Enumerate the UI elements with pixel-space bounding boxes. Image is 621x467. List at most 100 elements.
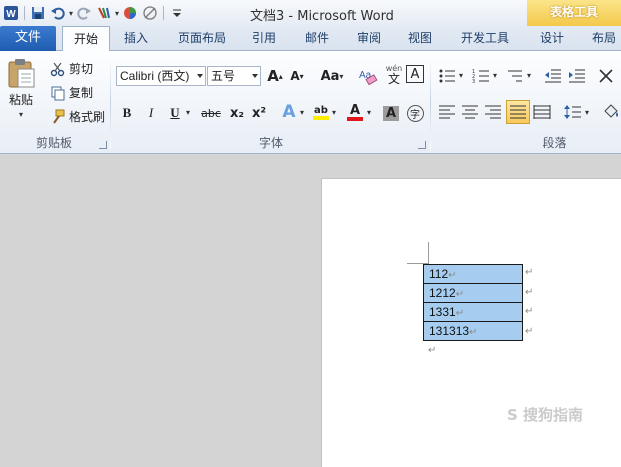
clipboard-launcher-icon[interactable] (99, 141, 107, 149)
change-case-label: Aa (320, 68, 340, 84)
wen-glyph: 文 (387, 72, 400, 86)
underline-dropdown-icon[interactable]: ▾ (186, 108, 190, 117)
justify-button[interactable] (506, 100, 530, 124)
watermark: S 搜狗指南 (507, 406, 584, 424)
paste-button[interactable]: 粘贴 ▾ (6, 57, 36, 119)
chevron-down-icon[interactable]: ▾ (367, 108, 371, 117)
tab-file[interactable]: 文件 (0, 26, 56, 51)
paste-icon (8, 59, 35, 88)
paragraph-mark: ↵ (428, 345, 437, 356)
char-border-button[interactable]: A (406, 65, 424, 83)
table-cell[interactable]: 131313↵ (423, 321, 523, 341)
superscript-button[interactable]: x² (248, 102, 270, 124)
increase-indent-button[interactable] (566, 65, 588, 87)
grow-font-button[interactable]: A ▴ (264, 65, 286, 87)
margin-corner-mark (428, 242, 429, 264)
tab-page-layout[interactable]: 页面布局 (170, 26, 234, 51)
ribbon-tabs: 文件 开始 插入 页面布局 引用 邮件 审阅 视图 开发工具 设计 布局 (0, 26, 621, 52)
chevron-down-icon[interactable]: ▾ (585, 108, 589, 117)
format-painter-icon[interactable] (95, 4, 113, 22)
change-case-button[interactable]: Aa ▾ (318, 65, 346, 87)
scissors-icon (50, 62, 65, 76)
tab-design[interactable]: 设计 (530, 26, 574, 51)
cell-end-mark: ↵ (455, 289, 465, 300)
document-table[interactable]: 112↵ 1212↵ 1331↵ 131313↵ (423, 264, 523, 341)
chevron-down-icon[interactable]: ▾ (493, 71, 497, 80)
underline-button[interactable]: U (164, 102, 186, 124)
grow-font-label: A (267, 67, 279, 85)
table-cell[interactable]: 1212↵ (423, 283, 523, 303)
save-icon[interactable] (29, 4, 47, 22)
font-launcher-icon[interactable] (418, 141, 426, 149)
tab-references[interactable]: 引用 (242, 26, 286, 51)
tab-review[interactable]: 审阅 (347, 26, 391, 51)
clear-format-button[interactable]: Aa (357, 65, 379, 87)
chevron-down-icon[interactable]: ▾ (527, 71, 531, 80)
undo-dropdown-icon[interactable]: ▾ (69, 9, 73, 18)
char-shading-button[interactable]: A (380, 102, 402, 124)
multilevel-list-button[interactable] (504, 65, 526, 87)
table-cell[interactable]: 112↵ (423, 264, 523, 284)
font-color-button[interactable]: A (344, 101, 366, 123)
chevron-down-icon[interactable]: ▾ (332, 108, 336, 117)
font-size-box[interactable]: 五号 (207, 66, 261, 86)
subscript-button[interactable]: x₂ (226, 102, 248, 124)
font-name-box[interactable]: Calibri (西文) (116, 66, 206, 86)
cell-end-mark: ↵ (455, 308, 465, 319)
enclose-char-button[interactable]: 字 (404, 102, 426, 124)
align-right-button[interactable] (482, 101, 504, 123)
align-center-button[interactable] (459, 101, 481, 123)
paste-dropdown-icon[interactable]: ▾ (19, 110, 23, 119)
tab-home[interactable]: 开始 (62, 26, 110, 52)
highlight-button[interactable]: ab (310, 101, 332, 123)
increase-indent-icon (569, 69, 585, 83)
chevron-down-icon[interactable]: ▾ (459, 71, 463, 80)
cell-text: 112 (429, 267, 449, 281)
copy-icon (51, 86, 65, 100)
font-name-value: Calibri (西文) (120, 69, 190, 83)
tab-developer[interactable]: 开发工具 (453, 26, 517, 51)
color-icon[interactable] (121, 4, 139, 22)
up-arrow-icon: ▴ (278, 71, 283, 81)
tab-insert[interactable]: 插入 (114, 26, 158, 51)
cell-end-mark: ↵ (448, 270, 457, 281)
align-left-button[interactable] (436, 101, 458, 123)
cut-button[interactable]: 剪切 (50, 60, 93, 77)
decrease-indent-button[interactable] (542, 65, 564, 87)
bullets-button[interactable] (436, 65, 458, 87)
word-app-icon[interactable]: W (2, 4, 20, 22)
table-row[interactable]: 131313↵ (423, 321, 523, 341)
numbering-button[interactable]: 123 (470, 65, 492, 87)
strikethrough-button[interactable]: abc (198, 102, 224, 124)
chevron-down-icon[interactable]: ▾ (300, 108, 304, 117)
line-spacing-button[interactable] (562, 101, 584, 123)
phonetic-guide-button[interactable]: wén 文 (382, 64, 406, 86)
redo-icon[interactable] (75, 4, 93, 22)
table-tools-header: 表格工具 (527, 0, 621, 26)
table-cell[interactable]: 1331↵ (423, 302, 523, 322)
table-row[interactable]: 1212↵ (423, 283, 523, 303)
tab-view[interactable]: 视图 (398, 26, 442, 51)
distributed-button[interactable] (531, 101, 553, 123)
undo-icon[interactable] (49, 4, 67, 22)
font-group-label: 字体 (258, 136, 283, 150)
text-effects-button[interactable]: A (278, 101, 300, 123)
align-right-icon (485, 105, 501, 119)
table-row[interactable]: 112↵ (423, 264, 523, 284)
format-painter-button[interactable]: 格式刷 (50, 108, 105, 125)
shading-button[interactable] (600, 101, 621, 123)
tab-layout[interactable]: 布局 (582, 26, 621, 51)
shrink-font-button[interactable]: A ▾ (286, 65, 308, 87)
clear-format-icon: Aa (359, 70, 378, 86)
painter-dropdown-icon[interactable]: ▾ (115, 9, 119, 18)
paste-label: 粘贴 (8, 93, 33, 107)
customize-icon[interactable] (168, 4, 186, 22)
italic-button[interactable]: I (140, 102, 162, 124)
eraser-icon[interactable] (141, 4, 159, 22)
table-row[interactable]: 1331↵ (423, 302, 523, 322)
align-left-icon (439, 105, 455, 119)
copy-button[interactable]: 复制 (50, 84, 93, 101)
bold-button[interactable]: B (116, 102, 138, 124)
tab-mailings[interactable]: 邮件 (295, 26, 339, 51)
sort-button[interactable] (596, 65, 618, 87)
